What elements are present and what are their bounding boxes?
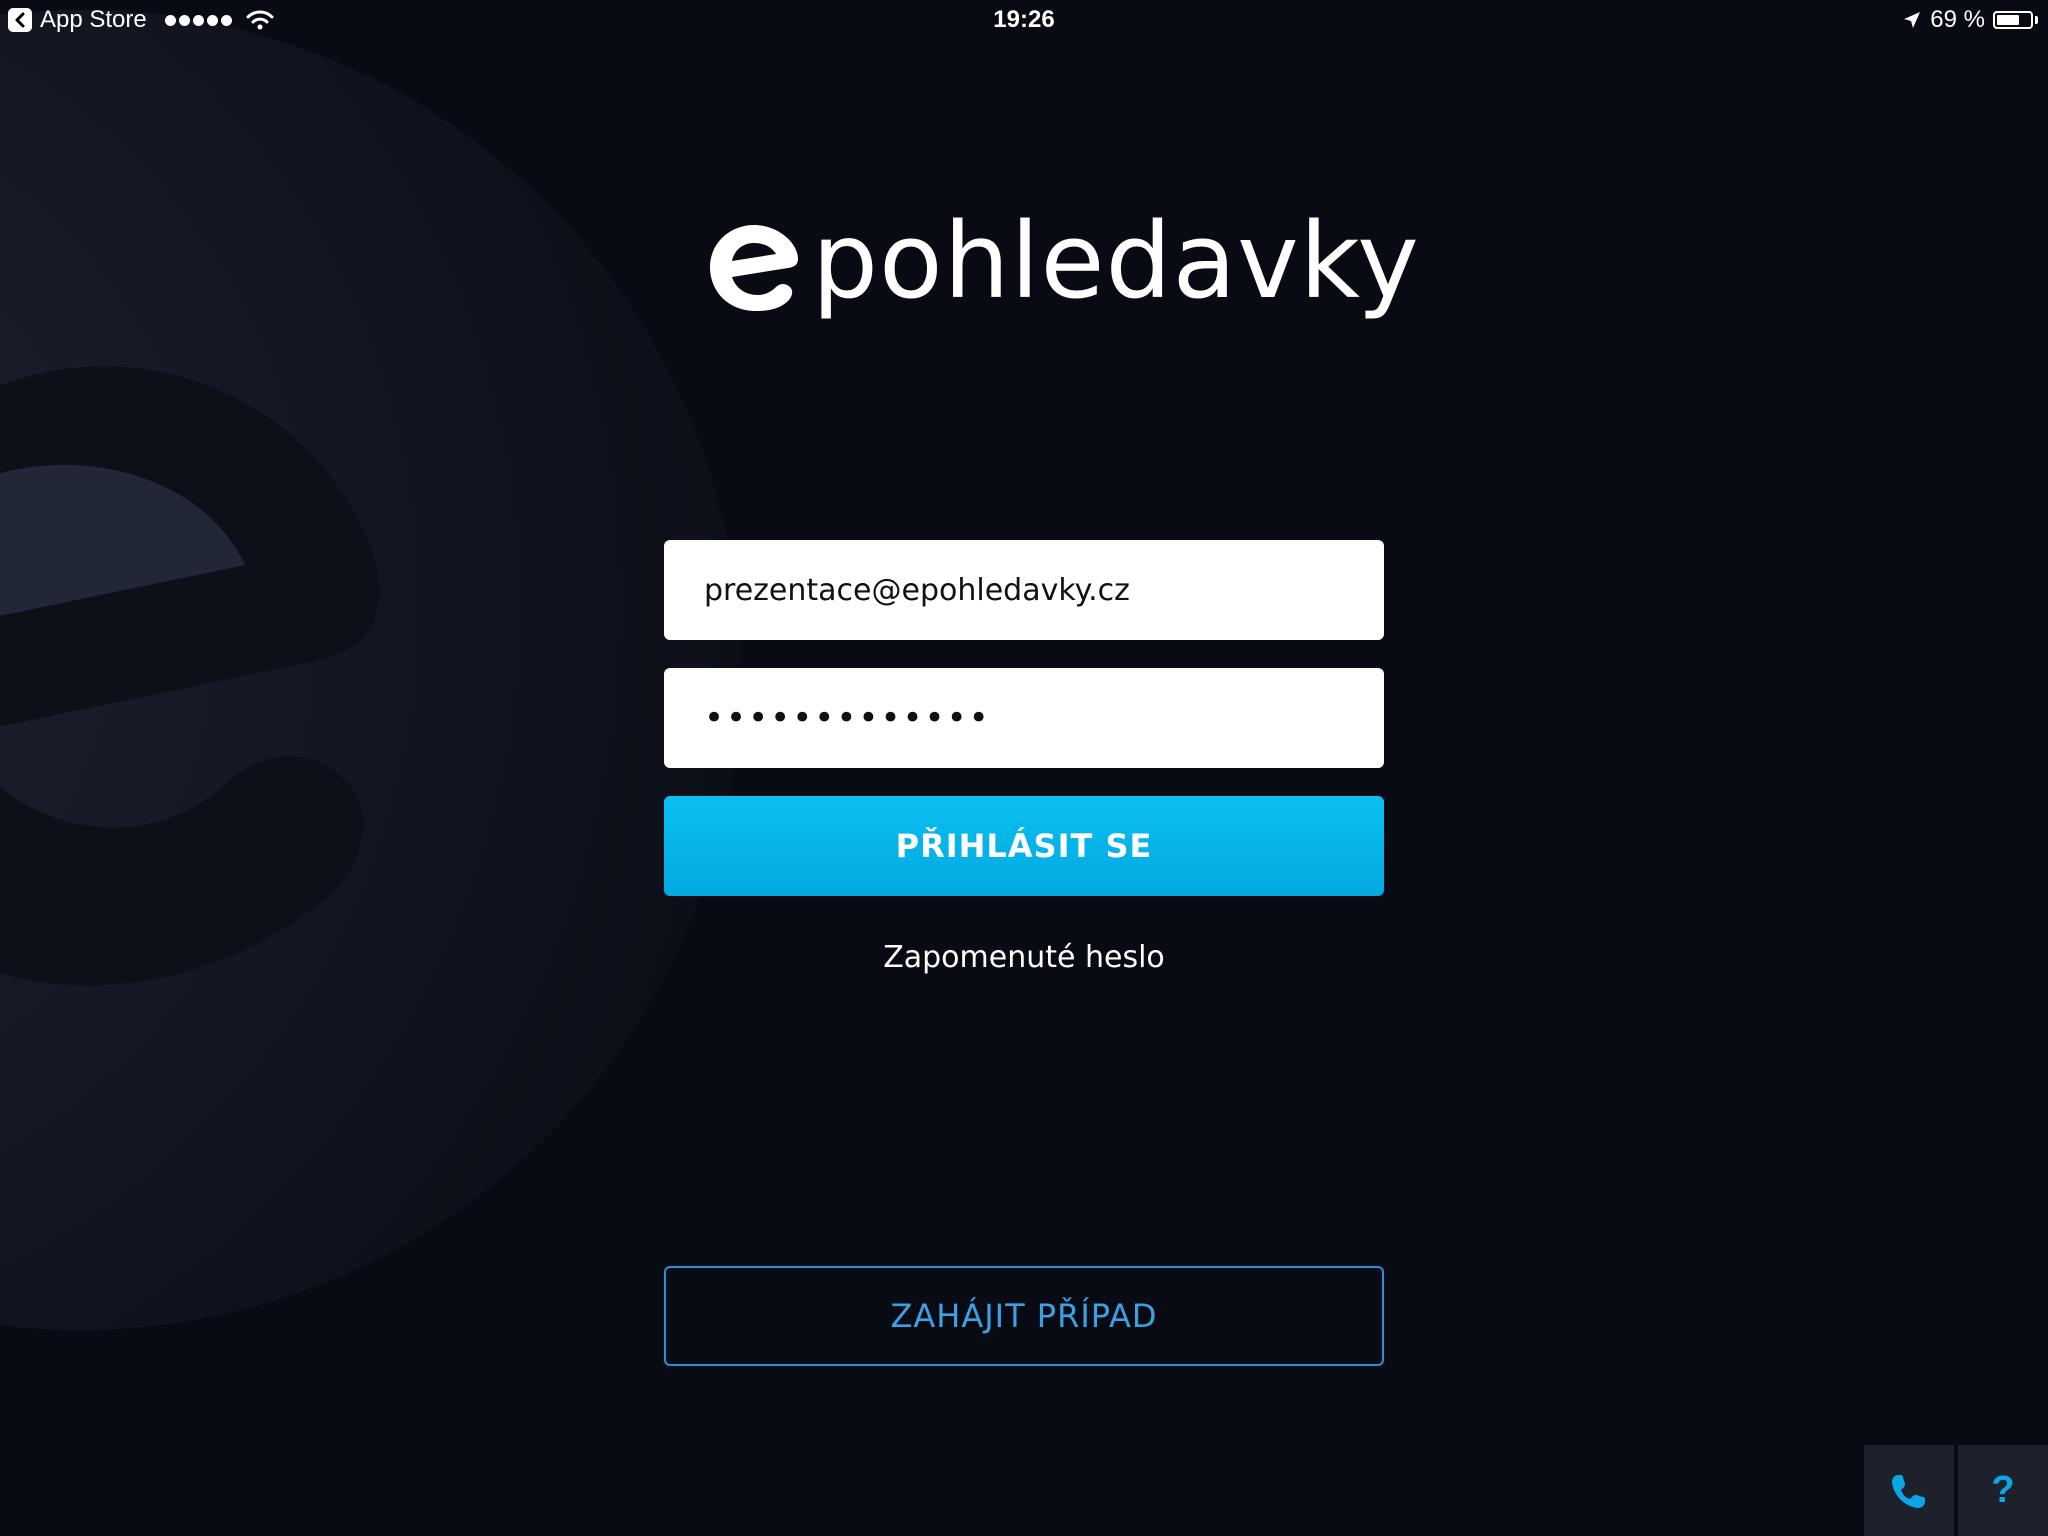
battery-icon	[1993, 11, 2033, 29]
phone-icon	[1892, 1474, 1925, 1508]
logo-e-icon	[710, 225, 798, 311]
status-time: 19:26	[993, 6, 1055, 33]
logo-wordmark: pohledavky	[812, 200, 1420, 322]
battery-level	[1997, 15, 2019, 25]
forgot-password-link[interactable]: Zapomenuté heslo	[664, 940, 1384, 975]
location-arrow-icon	[1904, 12, 1921, 28]
email-field[interactable]: prezentace@epohledavky.cz	[664, 540, 1384, 640]
status-bar-right: 69 %	[1902, 6, 2038, 34]
status-bar: App Store 19:26 69 %	[0, 0, 2048, 40]
battery-percent: 69 %	[1930, 6, 1985, 33]
battery-tip	[2035, 16, 2038, 24]
help-icon: ?	[1991, 1469, 2015, 1511]
email-value: prezentace@epohledavky.cz	[704, 572, 1130, 608]
password-field[interactable]: •••••••••••••	[664, 668, 1384, 768]
login-screen: App Store 19:26 69 % pohledavky prezenta…	[0, 0, 2048, 1536]
password-value: •••••••••••••	[704, 698, 991, 738]
login-button[interactable]: PŘIHLÁSIT SE	[664, 796, 1384, 896]
start-case-button[interactable]: ZAHÁJIT PŘÍPAD	[664, 1266, 1384, 1366]
call-button[interactable]	[1864, 1445, 1954, 1536]
help-button[interactable]: ?	[1958, 1445, 2048, 1536]
app-logo: pohledavky	[706, 205, 1420, 325]
